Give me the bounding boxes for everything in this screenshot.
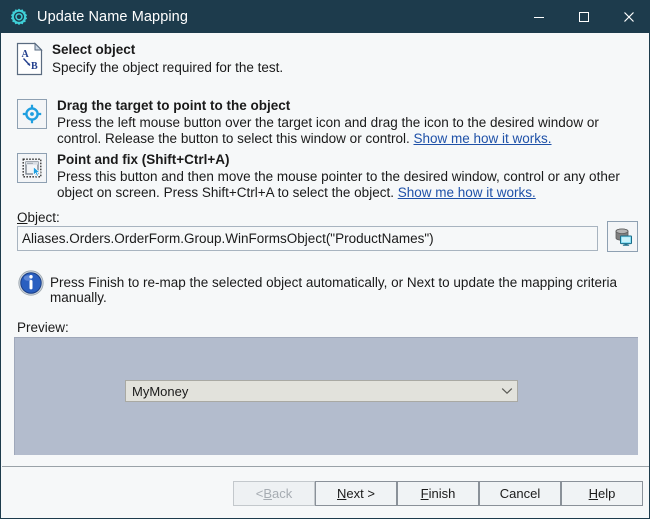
page-title: Select object: [52, 42, 135, 57]
point-and-fix-title: Point and fix (Shift+Ctrl+A): [57, 152, 230, 167]
point-and-fix-button[interactable]: [17, 153, 47, 183]
drag-target-description: Press the left mouse button over the tar…: [57, 115, 635, 147]
preview-label: Preview:: [17, 320, 69, 335]
next-button[interactable]: Next >: [315, 481, 397, 506]
help-button-mnemonic: H: [589, 486, 598, 501]
page-subtitle: Specify the object required for the test…: [52, 60, 283, 75]
next-button-mnemonic: N: [337, 486, 346, 501]
object-input[interactable]: [17, 226, 598, 251]
cancel-button[interactable]: Cancel: [479, 481, 561, 506]
help-button[interactable]: Help: [561, 481, 643, 506]
preview-combobox-value: MyMoney: [126, 384, 497, 399]
drag-target-button[interactable]: [17, 99, 47, 129]
minimize-button[interactable]: [516, 1, 561, 33]
cancel-button-pre: Cancel: [500, 486, 540, 501]
maximize-icon: [578, 11, 590, 23]
page-ab-mapping-icon: A B: [15, 42, 45, 76]
back-button-mnemonic: B: [263, 486, 272, 501]
chevron-down-icon: [497, 387, 517, 395]
finish-button[interactable]: Finish: [397, 481, 479, 506]
finish-button-post: inish: [429, 486, 456, 501]
point-and-fix-help-link[interactable]: Show me how it works.: [398, 185, 536, 200]
update-name-mapping-dialog: Update Name Mapping A B Select object Sp…: [0, 0, 650, 519]
drag-target-title: Drag the target to point to the object: [57, 98, 290, 113]
svg-text:B: B: [31, 61, 38, 72]
close-button[interactable]: [606, 1, 650, 33]
point-and-fix-cursor-icon: [22, 158, 42, 178]
help-button-post: elp: [598, 486, 615, 501]
object-field-label: Object:: [17, 210, 60, 225]
info-message: Press Finish to re-map the selected obje…: [50, 275, 649, 305]
crosshair-target-icon: [22, 104, 42, 124]
back-button[interactable]: < Back: [233, 481, 315, 506]
title-bar: Update Name Mapping: [1, 1, 650, 33]
point-and-fix-description: Press this button and then move the mous…: [57, 169, 635, 201]
minimize-icon: [533, 11, 545, 23]
object-label-mnemonic: O: [17, 210, 28, 225]
maximize-button[interactable]: [561, 1, 606, 33]
drag-target-desc-line2: button to select this window or control.: [181, 131, 410, 146]
preview-combobox[interactable]: MyMoney: [125, 380, 518, 402]
svg-text:A: A: [22, 49, 30, 60]
back-button-pre: <: [256, 486, 264, 501]
back-button-post: ack: [272, 486, 292, 501]
next-button-post: ext >: [346, 486, 375, 501]
close-icon: [623, 11, 635, 23]
finish-button-mnemonic: F: [421, 486, 429, 501]
object-browser-icon: [613, 227, 633, 247]
info-icon: [18, 270, 44, 296]
object-browser-button[interactable]: [607, 221, 638, 252]
drag-target-help-link[interactable]: Show me how it works.: [413, 131, 551, 146]
gear-icon: [10, 8, 28, 26]
window-title: Update Name Mapping: [37, 9, 516, 25]
point-and-fix-desc-line2: Shift+Ctrl+A to select the object.: [202, 185, 394, 200]
object-label-rest: bject:: [28, 210, 60, 225]
